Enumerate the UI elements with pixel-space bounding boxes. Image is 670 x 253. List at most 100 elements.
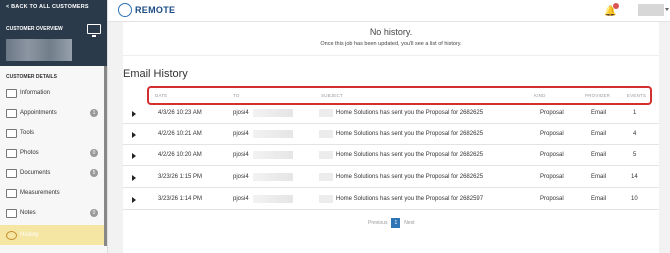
row-subject: Home Solutions has sent you the Proposal…	[336, 152, 484, 158]
notes-icon	[6, 208, 17, 218]
divider	[123, 55, 659, 56]
app-logo[interactable]: REMOTE	[118, 3, 175, 17]
expand-row-icon[interactable]	[132, 197, 136, 203]
chevron-down-icon[interactable]	[665, 8, 669, 11]
clock-icon	[6, 230, 17, 240]
row-subject: Home Solutions has sent you the Proposal…	[336, 110, 484, 116]
table-row[interactable]: 4/2/26 10:21 AM pjosi4 Home Solutions ha…	[123, 125, 659, 145]
count-badge: 5	[90, 169, 98, 177]
count-badge: 0	[90, 149, 98, 157]
row-date: 4/2/26 10:21 AM	[158, 131, 202, 137]
row-to: pjosi4	[233, 131, 249, 137]
sidebar-item-tools[interactable]: Tools	[0, 123, 107, 143]
sidebar-item-label: Appointments	[20, 110, 57, 116]
redacted-prefix	[319, 109, 333, 117]
logo-mark-icon	[118, 3, 132, 17]
row-date: 4/2/26 10:20 AM	[158, 152, 202, 158]
redacted-prefix	[319, 195, 333, 203]
customer-name-redacted	[6, 39, 72, 61]
redacted-email	[253, 195, 293, 203]
redacted-prefix	[319, 130, 333, 138]
sidebar-item-photos[interactable]: Photos 0	[0, 143, 107, 163]
sidebar-item-appointments[interactable]: Appointments 1	[0, 103, 107, 123]
row-events: 5	[633, 152, 637, 158]
redacted-prefix	[319, 173, 333, 181]
table-row[interactable]: 4/3/26 10:23 AM pjosi4 Home Solutions ha…	[123, 104, 659, 124]
row-kind: Proposal	[540, 196, 564, 202]
user-menu[interactable]	[638, 4, 664, 16]
sidebar-item-history[interactable]: History	[0, 225, 107, 245]
email-table-header: DATE TO SUBJECT KIND PROVIDER EVENTS	[147, 86, 652, 105]
sidebar-item-label: History	[20, 232, 39, 238]
column-header-date[interactable]: DATE	[155, 93, 167, 98]
no-history-title: No history.	[369, 27, 413, 37]
table-row[interactable]: 3/23/26 1:14 PM pjosi4 Home Solutions ha…	[123, 190, 659, 210]
expand-row-icon[interactable]	[132, 111, 136, 117]
sidebar-scrollbar[interactable]	[104, 66, 107, 246]
main-content: No history. Once this job has been updat…	[123, 22, 659, 253]
row-events: 14	[631, 174, 638, 180]
sidebar: < BACK TO ALL CUSTOMERS CUSTOMER OVERVIE…	[0, 0, 108, 253]
calendar-icon	[6, 108, 17, 118]
row-to: pjosi4	[233, 196, 249, 202]
sidebar-item-label: Notes	[20, 210, 36, 216]
row-provider: Email	[591, 152, 607, 158]
row-to: pjosi4	[233, 152, 249, 158]
sidebar-item-label: Measurements	[20, 190, 60, 196]
sidebar-item-label: Information	[20, 90, 51, 96]
row-kind: Proposal	[540, 110, 564, 116]
row-provider: Email	[591, 196, 607, 202]
column-header-kind[interactable]: KIND	[534, 93, 546, 98]
tools-icon	[6, 128, 17, 138]
row-subject: Home Solutions has sent you the Proposal…	[336, 196, 484, 202]
column-header-subject[interactable]: SUBJECT	[321, 93, 343, 98]
ruler-icon	[6, 188, 17, 198]
sidebar-item-documents[interactable]: Documents 5	[0, 163, 107, 183]
customer-overview-label: CUSTOMER OVERVIEW	[6, 26, 63, 32]
sidebar-item-information[interactable]: Information	[0, 83, 107, 103]
column-header-events[interactable]: EVENTS	[627, 93, 646, 98]
pagination: Previous 1 Next	[366, 218, 417, 228]
expand-row-icon[interactable]	[132, 132, 136, 138]
table-row[interactable]: 3/23/26 1:15 PM pjosi4 Home Solutions ha…	[123, 168, 659, 188]
next-page-button[interactable]: Next	[402, 218, 416, 228]
count-badge: 0	[90, 209, 98, 217]
column-header-provider[interactable]: PROVIDER	[585, 93, 610, 98]
previous-page-button[interactable]: Previous	[366, 218, 389, 228]
row-provider: Email	[591, 174, 607, 180]
sidebar-item-label: Documents	[20, 170, 51, 176]
row-kind: Proposal	[540, 131, 564, 137]
email-history-title: Email History	[123, 68, 188, 80]
table-row[interactable]: 4/2/26 10:20 AM pjosi4 Home Solutions ha…	[123, 146, 659, 166]
redacted-email	[253, 109, 293, 117]
back-to-customers-link[interactable]: < BACK TO ALL CUSTOMERS	[6, 4, 101, 10]
redacted-email	[253, 151, 293, 159]
row-events: 10	[631, 196, 638, 202]
customer-details-label: CUSTOMER DETAILS	[6, 74, 57, 80]
row-date: 3/23/26 1:14 PM	[158, 196, 203, 202]
expand-row-icon[interactable]	[132, 175, 136, 181]
row-to: pjosi4	[233, 174, 249, 180]
top-bar: REMOTE 🔔	[108, 0, 670, 22]
row-kind: Proposal	[540, 152, 564, 158]
information-icon	[6, 88, 17, 98]
row-events: 4	[633, 131, 637, 137]
no-history-subtitle: Once this job has been updated, you'll s…	[320, 41, 462, 47]
row-events: 1	[633, 110, 637, 116]
current-page-button[interactable]: 1	[391, 218, 401, 228]
row-to: pjosi4	[233, 110, 249, 116]
column-header-to[interactable]: TO	[233, 93, 240, 98]
row-date: 3/23/26 1:15 PM	[158, 174, 203, 180]
documents-icon	[6, 168, 17, 178]
expand-row-icon[interactable]	[132, 153, 136, 159]
photo-icon	[6, 148, 17, 158]
sidebar-item-notes[interactable]: Notes 0	[0, 203, 107, 223]
redacted-email	[253, 130, 293, 138]
row-subject: Home Solutions has sent you the Proposal…	[336, 131, 484, 137]
sidebar-item-label: Photos	[20, 150, 39, 156]
monitor-icon[interactable]	[87, 24, 101, 37]
row-kind: Proposal	[540, 174, 564, 180]
logo-text: REMOTE	[135, 5, 176, 15]
row-date: 4/3/26 10:23 AM	[158, 110, 202, 116]
sidebar-item-measurements[interactable]: Measurements	[0, 183, 107, 203]
